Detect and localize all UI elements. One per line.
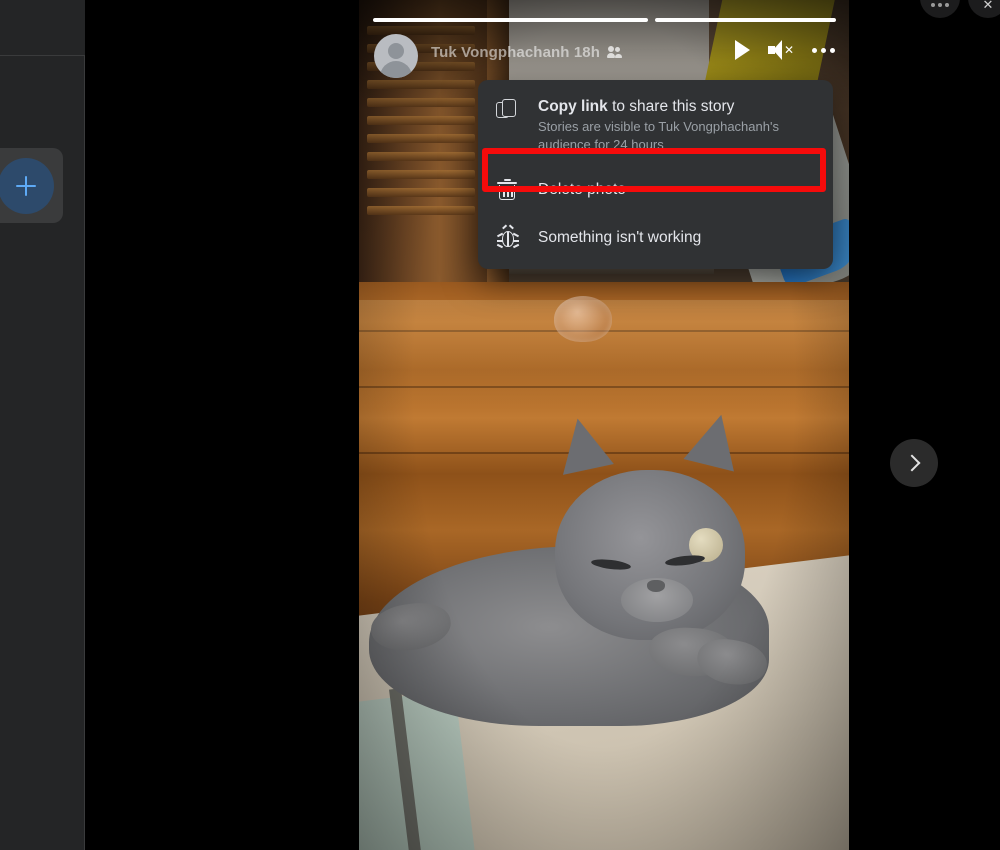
menu-item-copy-link-subtitle: Stories are visible to Tuk Vongphachanh'…	[538, 119, 779, 152]
app-root: Tuk Vongphachanh 18h ✕ Copy link to shar…	[0, 0, 1000, 850]
friends-icon	[606, 46, 623, 59]
progress-segment-2-fill	[655, 18, 836, 22]
next-story-button[interactable]	[890, 439, 938, 487]
copy-icon	[496, 98, 520, 122]
menu-item-delete-photo[interactable]: Delete photo	[478, 165, 833, 214]
avatar-head	[388, 43, 404, 59]
left-sidebar	[0, 0, 85, 850]
avatar[interactable]	[374, 34, 418, 78]
story-progress-bar[interactable]	[373, 18, 836, 22]
menu-item-delete-photo-label: Delete photo	[538, 180, 626, 198]
create-story-circle	[0, 157, 54, 214]
close-icon: ✕	[982, 0, 994, 12]
menu-item-something-isnt-working[interactable]: Something isn't working	[478, 214, 833, 261]
create-story-button[interactable]	[0, 148, 63, 223]
poster-name[interactable]: Tuk Vongphachanh 18h	[431, 44, 600, 61]
plus-icon	[15, 175, 36, 196]
poster-info: Tuk Vongphachanh 18h	[431, 44, 623, 61]
menu-item-copy-link-title: Copy link to share this story	[538, 98, 735, 115]
story-options-menu: Copy link to share this story Stories ar…	[478, 80, 833, 269]
progress-segment-2[interactable]	[655, 18, 836, 22]
chevron-right-icon	[903, 454, 921, 472]
avatar-body	[380, 61, 412, 78]
bug-icon	[496, 224, 520, 250]
menu-item-copy-link[interactable]: Copy link to share this story Stories ar…	[478, 86, 833, 165]
story-header: Tuk Vongphachanh 18h ✕	[359, 34, 849, 80]
trash-icon	[496, 178, 520, 202]
menu-item-copy-link-text: Copy link to share this story Stories ar…	[538, 97, 817, 154]
progress-segment-1[interactable]	[373, 18, 648, 22]
progress-segment-1-fill	[373, 18, 648, 22]
three-dots-icon[interactable]	[812, 47, 835, 53]
window-close-button[interactable]: ✕	[968, 0, 1000, 18]
speaker-muted-icon[interactable]: ✕	[768, 40, 794, 60]
window-menu-button[interactable]	[920, 0, 960, 18]
story-header-controls: ✕	[735, 40, 835, 60]
menu-item-something-isnt-working-label: Something isn't working	[538, 228, 702, 246]
three-dots-icon	[931, 2, 949, 7]
play-icon[interactable]	[735, 40, 750, 60]
sidebar-topbar	[0, 0, 85, 56]
